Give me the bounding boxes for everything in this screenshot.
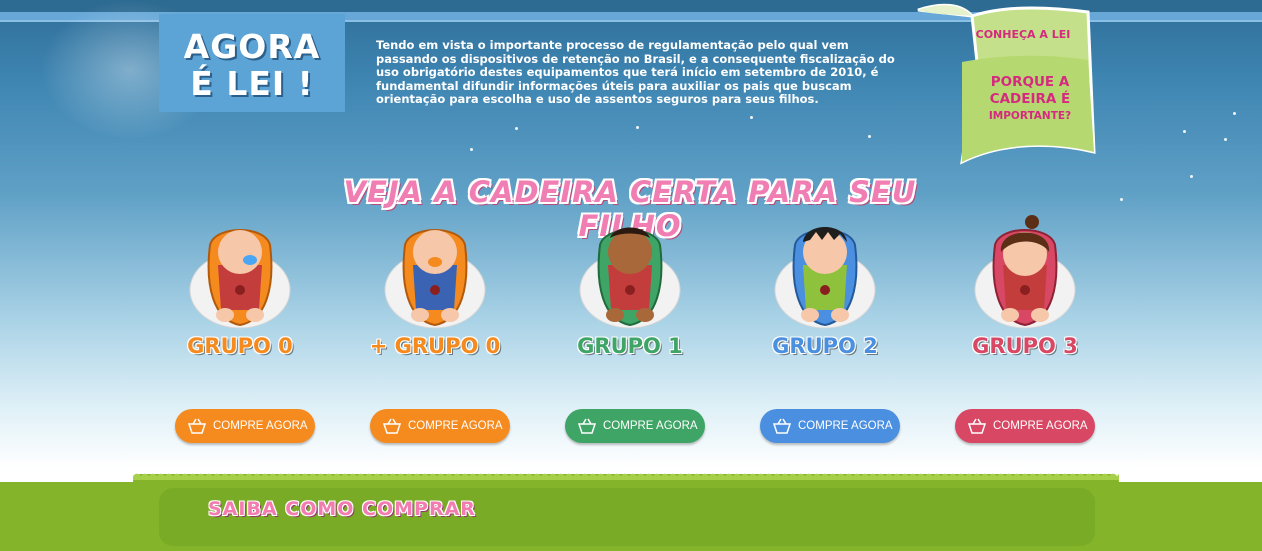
star	[1120, 198, 1123, 201]
child-seat-icon	[384, 229, 486, 329]
child-seat-icon	[774, 227, 876, 329]
basket-icon	[382, 418, 402, 434]
group-2[interactable]: GRUPO 2	[755, 210, 895, 358]
group-3[interactable]: GRUPO 3	[955, 210, 1095, 358]
buy-button-group-0[interactable]: COMPRE AGORA	[175, 409, 315, 443]
law-banner: AGORA É LEI !	[159, 14, 345, 112]
buy-button-label: COMPRE AGORA	[408, 420, 503, 432]
why-line2: CADEIRA É	[989, 91, 1071, 107]
group-label: GRUPO 3	[972, 334, 1078, 358]
buy-button-group-1[interactable]: COMPRE AGORA	[565, 409, 705, 443]
child-seat-icon	[189, 229, 291, 329]
star	[1183, 130, 1186, 133]
child-seat-icon	[579, 227, 681, 329]
star	[1190, 175, 1193, 178]
buy-button-label: COMPRE AGORA	[798, 420, 893, 432]
basket-icon	[967, 418, 987, 434]
buy-button-label: COMPRE AGORA	[213, 420, 308, 432]
know-law-link[interactable]: CONHEÇA A LEI	[958, 28, 1088, 41]
group-label: GRUPO 2	[772, 334, 878, 358]
star	[470, 148, 473, 151]
star	[1233, 112, 1236, 115]
buy-button-label: COMPRE AGORA	[603, 420, 698, 432]
basket-icon	[772, 418, 792, 434]
star	[1224, 138, 1227, 141]
star	[515, 127, 518, 130]
buy-button-group-plus-0[interactable]: COMPRE AGORA	[370, 409, 510, 443]
how-to-buy-link[interactable]: SAIBA COMO COMPRAR	[208, 498, 476, 520]
buy-button-group-2[interactable]: COMPRE AGORA	[760, 409, 900, 443]
child-seat-icon	[974, 215, 1076, 329]
why-line3: IMPORTANTE?	[988, 110, 1072, 122]
star	[868, 135, 871, 138]
group-1[interactable]: GRUPO 1	[560, 210, 700, 358]
law-title: AGORA É LEI !	[159, 28, 345, 102]
why-line1: PORQUE A	[990, 74, 1070, 90]
law-description: Tendo em vista o importante processo de …	[376, 38, 895, 106]
buy-button-group-3[interactable]: COMPRE AGORA	[955, 409, 1095, 443]
basket-icon	[577, 418, 597, 434]
buy-button-label: COMPRE AGORA	[993, 420, 1088, 432]
law-title-line1: AGORA	[183, 27, 321, 66]
basket-icon	[187, 418, 207, 434]
group-label: GRUPO 0	[187, 334, 293, 358]
group-0[interactable]: GRUPO 0	[170, 210, 310, 358]
group-label: GRUPO 1	[577, 334, 683, 358]
star	[750, 116, 753, 119]
law-title-line2: É LEI !	[190, 64, 314, 103]
group-label: + GRUPO 0	[369, 334, 501, 358]
footer-scallop	[133, 472, 1119, 480]
group-plus-0[interactable]: + GRUPO 0	[365, 210, 505, 358]
star	[636, 126, 639, 129]
why-seat-important-link[interactable]: PORQUE A CADEIRA É IMPORTANTE?	[968, 74, 1092, 125]
